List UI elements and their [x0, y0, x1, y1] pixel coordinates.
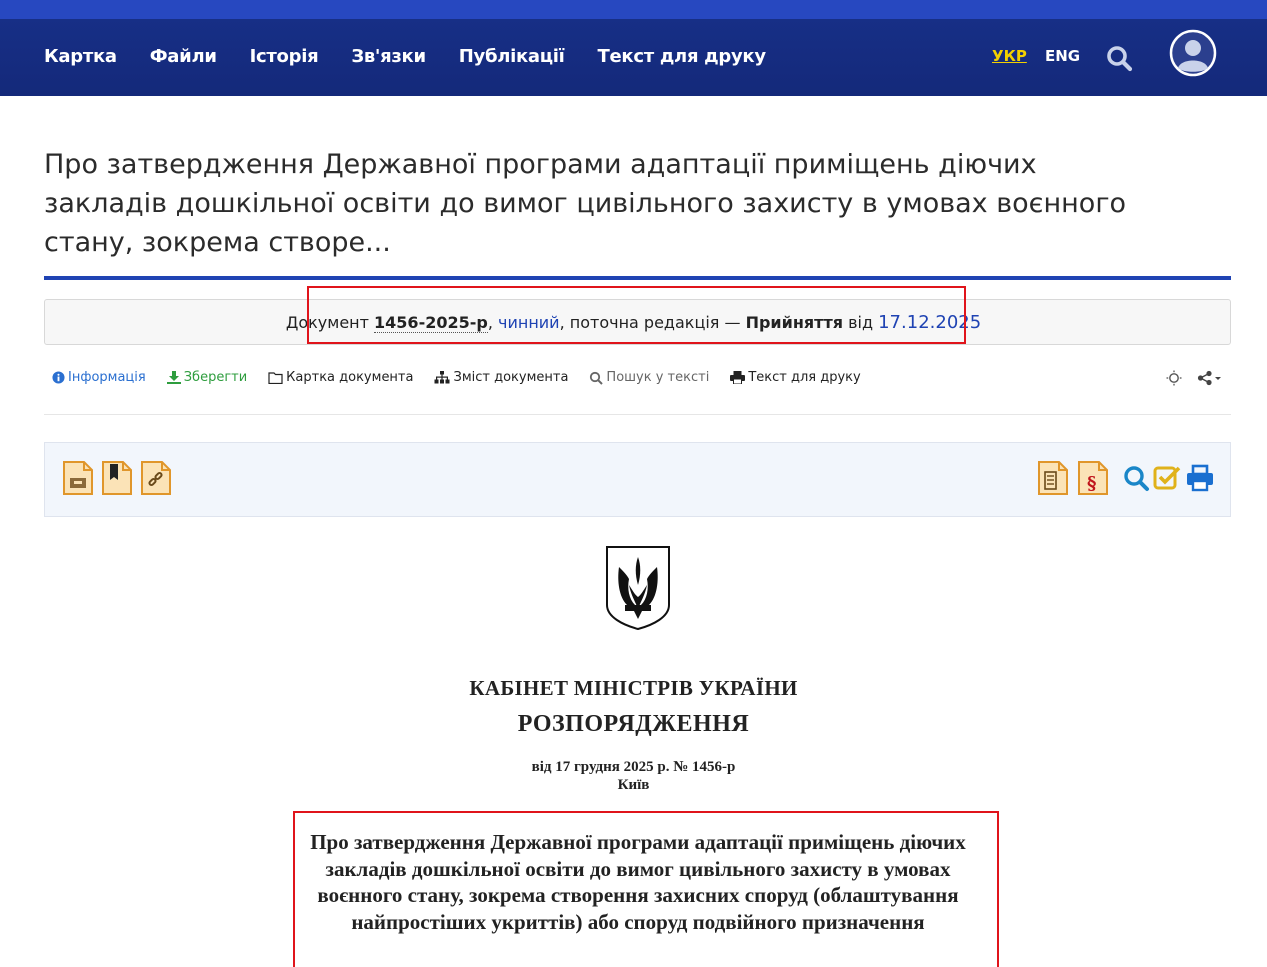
- title-divider: [44, 276, 1231, 280]
- document-paragraph-icon[interactable]: §: [1077, 460, 1109, 496]
- download-icon: [166, 371, 181, 384]
- coat-of-arms-icon: [606, 546, 670, 631]
- folder-icon: [268, 371, 283, 384]
- nav-history[interactable]: Історія: [250, 46, 319, 67]
- lang-ukr-link[interactable]: УКР: [992, 47, 1027, 65]
- top-stripe: [0, 0, 1267, 19]
- search-document-icon[interactable]: [1121, 460, 1151, 496]
- info-icon: [52, 371, 65, 384]
- sitemap-icon: [434, 371, 450, 384]
- document-card-label: Картка документа: [286, 370, 414, 385]
- nav-print-text[interactable]: Текст для друку: [598, 46, 767, 67]
- search-in-text-button[interactable]: Пошук у тексті: [589, 370, 709, 385]
- toolbar-divider: [44, 414, 1231, 415]
- nav-files[interactable]: Файли: [150, 46, 217, 67]
- document-bookmark-icon[interactable]: [101, 460, 133, 496]
- print-text-button[interactable]: Текст для друку: [730, 370, 861, 385]
- page-title: Про затвердження Державної програми адап…: [44, 149, 1127, 258]
- nav-publications[interactable]: Публікації: [459, 46, 565, 67]
- print-text-label: Текст для друку: [748, 370, 861, 385]
- document-structure-icon[interactable]: [1037, 460, 1069, 496]
- document-toolbar: Інформація Зберегти Картка документа Змі…: [52, 370, 882, 385]
- main-nav: Картка Файли Історія Зв'язки Публікації …: [44, 46, 799, 67]
- print-icon: [730, 371, 746, 384]
- nav-card[interactable]: Картка: [44, 46, 117, 67]
- save-button[interactable]: Зберегти: [166, 370, 248, 385]
- search-icon: [590, 371, 604, 385]
- svg-text:§: §: [1087, 473, 1096, 494]
- print-document-icon[interactable]: [1185, 460, 1215, 496]
- search-icon[interactable]: [1105, 44, 1133, 72]
- document-contents-button[interactable]: Зміст документа: [434, 370, 568, 385]
- highlight-box-heading: [293, 811, 999, 967]
- save-label: Зберегти: [183, 370, 248, 385]
- info-label: Інформація: [68, 370, 146, 385]
- document-city: Київ: [617, 777, 650, 793]
- sun-icon[interactable]: [1166, 370, 1182, 386]
- document-card-button[interactable]: Картка документа: [268, 370, 413, 385]
- document-archive-icon[interactable]: [62, 460, 94, 496]
- document-contents-label: Зміст документа: [453, 370, 569, 385]
- share-icon[interactable]: [1197, 370, 1223, 386]
- nav-links[interactable]: Зв'язки: [351, 46, 426, 67]
- user-avatar-icon[interactable]: [1169, 29, 1217, 77]
- document-type: РОЗПОРЯДЖЕННЯ: [517, 711, 750, 737]
- document-date-number: від 17 грудня 2025 р. № 1456-р: [531, 759, 736, 775]
- info-button[interactable]: Інформація: [52, 370, 146, 385]
- document-issuer: КАБІНЕТ МІНІСТРІВ УКРАЇНИ: [469, 676, 798, 700]
- check-document-icon[interactable]: [1153, 460, 1183, 496]
- document-link-icon[interactable]: [140, 460, 172, 496]
- highlight-box-status: [307, 286, 966, 344]
- search-in-text-label: Пошук у тексті: [606, 370, 710, 385]
- lang-eng-link[interactable]: ENG: [1045, 47, 1080, 65]
